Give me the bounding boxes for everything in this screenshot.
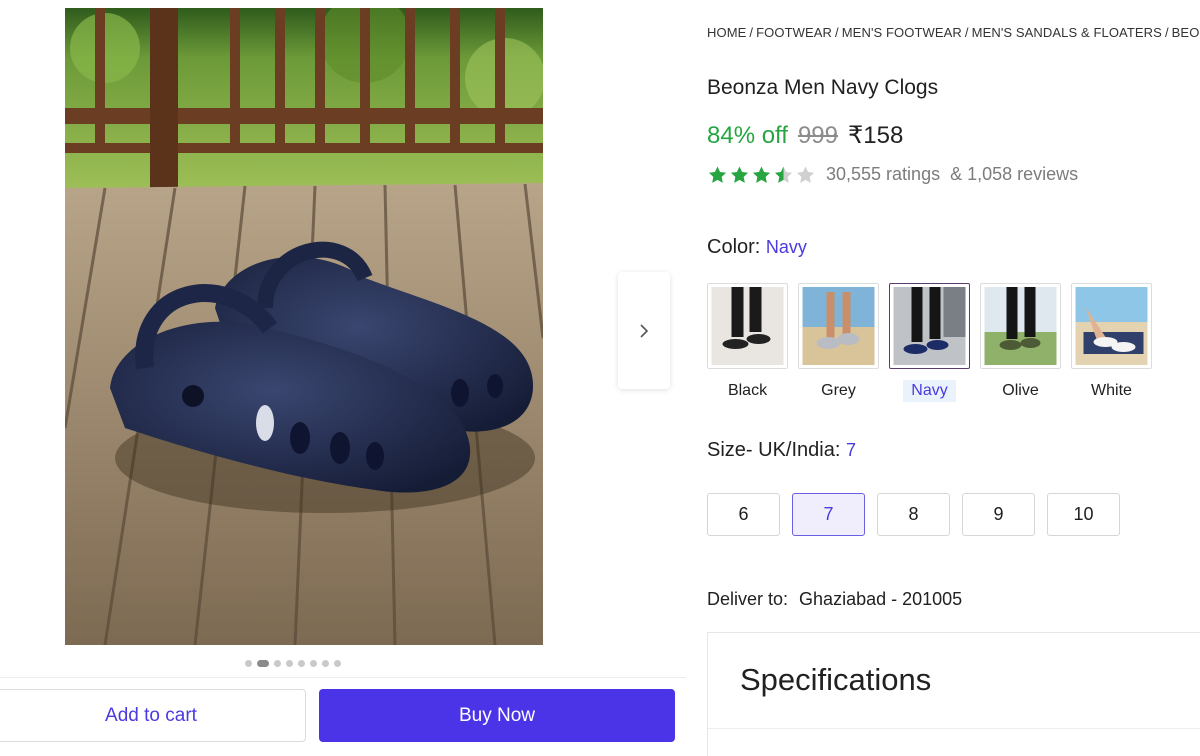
pagination-dot[interactable] <box>298 660 305 667</box>
product-title: Beonza Men Navy Clogs <box>707 76 939 99</box>
divider <box>708 728 1200 729</box>
next-image-button[interactable] <box>618 272 670 389</box>
color-thumb-navy <box>889 283 970 369</box>
breadcrumb-item[interactable]: MEN'S FOOTWEAR <box>842 25 962 40</box>
pagination-dot[interactable] <box>245 660 252 667</box>
delivery-location: Ghaziabad - 201005 <box>799 589 963 609</box>
color-thumb-black <box>707 283 788 369</box>
add-to-cart-button[interactable]: Add to cart <box>0 689 306 742</box>
pagination-dot[interactable] <box>334 660 341 667</box>
deliver-label: Deliver to: <box>707 589 789 609</box>
mrp-price: 999 <box>797 122 838 149</box>
star-icon <box>774 166 793 183</box>
star-icon <box>708 166 727 183</box>
pagination-dot[interactable] <box>274 660 281 667</box>
size-label: Size- UK/India: 7 <box>707 439 856 462</box>
pagination-dot[interactable] <box>257 660 269 667</box>
color-label: Color: Navy <box>707 236 807 259</box>
breadcrumb-separator: / <box>1164 25 1169 40</box>
breadcrumb-separator: / <box>835 25 839 40</box>
selling-price: ₹158 <box>848 122 904 149</box>
product-details: HOME / FOOTWEAR / MEN'S FOOTWEAR / MEN'S SANDA… <box>707 0 1200 756</box>
discount-percent: 84% off <box>707 122 788 149</box>
size-options: 6 7 8 9 10 <box>707 493 1120 536</box>
breadcrumb-separator: / <box>964 25 969 40</box>
size-label-text: Size- UK/India: <box>707 439 841 461</box>
selected-size: 7 <box>845 440 856 460</box>
buy-now-button[interactable]: Buy Now <box>319 689 675 742</box>
color-name: Olive <box>1002 382 1039 399</box>
color-option-grey[interactable]: Grey <box>798 283 879 402</box>
ratings-count: 30,555 ratings <box>826 164 941 184</box>
color-swatches: Black Grey Navy Olive White <box>707 283 1152 402</box>
pagination-dot[interactable] <box>286 660 293 667</box>
size-option-9[interactable]: 9 <box>962 493 1035 536</box>
color-name: White <box>1091 382 1132 399</box>
color-thumb-grey <box>798 283 879 369</box>
breadcrumb-item[interactable]: FOOTWEAR <box>756 25 832 40</box>
size-option-10[interactable]: 10 <box>1047 493 1120 536</box>
breadcrumb-separator: / <box>749 25 754 40</box>
size-option-8[interactable]: 8 <box>877 493 950 536</box>
star-icon <box>796 166 815 183</box>
color-name: Navy <box>903 380 956 402</box>
color-thumb-olive <box>980 283 1061 369</box>
chevron-right-icon <box>640 323 649 338</box>
size-option-7[interactable]: 7 <box>792 493 865 536</box>
color-name: Grey <box>821 382 856 399</box>
pagination-dot[interactable] <box>322 660 329 667</box>
size-option-6[interactable]: 6 <box>707 493 780 536</box>
color-thumb-white <box>1071 283 1152 369</box>
image-pagination <box>245 660 341 667</box>
rating-row[interactable]: 30,555 ratings & 1,058 reviews <box>707 164 1078 185</box>
selected-color: Navy <box>765 237 807 257</box>
pagination-dot[interactable] <box>310 660 317 667</box>
color-label-text: Color: <box>707 236 761 258</box>
breadcrumb-item[interactable]: BEONZA MEN NAVY CLOGS <box>1172 25 1200 40</box>
price-row: 84% off 999 ₹158 <box>707 121 903 150</box>
product-photo <box>65 8 543 645</box>
color-option-olive[interactable]: Olive <box>980 283 1061 402</box>
star-icon <box>730 166 749 183</box>
star-rating <box>707 165 816 185</box>
specifications-section[interactable]: Specifications <box>707 632 1200 756</box>
color-option-black[interactable]: Black <box>707 283 788 402</box>
product-image[interactable] <box>65 8 543 645</box>
breadcrumb-item[interactable]: MEN'S SANDALS & FLOATERS <box>972 25 1162 40</box>
action-bar: Add to cart Buy Now <box>0 677 686 756</box>
star-icon <box>752 166 771 183</box>
delivery-info[interactable]: Deliver to: Ghaziabad - 201005 <box>707 589 962 610</box>
breadcrumb-item[interactable]: HOME <box>707 25 746 40</box>
specifications-title: Specifications <box>740 662 932 697</box>
color-name: Black <box>727 382 768 399</box>
breadcrumb: HOME / FOOTWEAR / MEN'S FOOTWEAR / MEN'S SANDA… <box>707 25 1200 40</box>
color-option-white[interactable]: White <box>1071 283 1152 402</box>
reviews-count: & 1,058 reviews <box>950 164 1079 184</box>
color-option-navy[interactable]: Navy <box>889 283 970 402</box>
